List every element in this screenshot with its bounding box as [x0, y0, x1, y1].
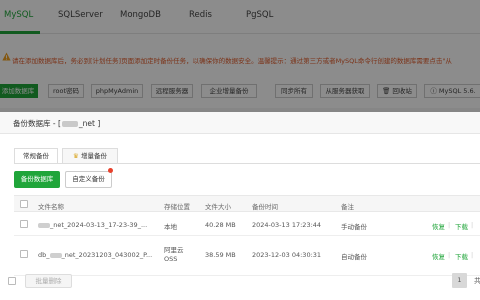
col-location: 存储位置	[164, 203, 190, 211]
redacted-text	[61, 121, 78, 127]
col-filename: 文件名称	[38, 203, 64, 211]
tab-incremental-backup[interactable]: ♛ 增量备份	[62, 148, 118, 164]
tab-incremental-backup-label: 增量备份	[80, 152, 107, 160]
dialog-title: 备份数据库 - [_net ]	[13, 119, 101, 128]
row-filename: db_ _net_20231203_043002_P...	[38, 251, 153, 259]
row-size: 40.28 MB	[205, 221, 236, 229]
col-note: 备注	[341, 203, 354, 211]
footer-select-all-checkbox[interactable]	[8, 277, 16, 285]
download-link[interactable]: 下载	[455, 221, 468, 231]
row-size: 38.59 MB	[205, 251, 236, 259]
row-location: 阿里云OSS	[164, 246, 184, 263]
row-time: 2023-12-03 04:30:31	[252, 251, 322, 259]
crown-icon: ♛	[73, 152, 79, 160]
page-total-label: 共	[474, 277, 480, 285]
batch-delete-button[interactable]: 批量删除	[25, 274, 72, 288]
download-link[interactable]: 下载	[455, 251, 468, 261]
restore-link[interactable]: 恢复	[432, 221, 445, 231]
select-all-checkbox[interactable]	[20, 200, 28, 208]
custom-backup-button[interactable]: 自定义备份	[65, 171, 112, 188]
row-location: 本地	[164, 223, 177, 231]
backup-database-button[interactable]: 备份数据库	[14, 171, 60, 188]
tab-regular-backup[interactable]: 常规备份	[14, 148, 58, 164]
row-checkbox[interactable]	[20, 220, 28, 228]
page-number[interactable]: 1	[452, 273, 467, 288]
backup-database-dialog: 备份数据库 - [_net ] 常规备份 ♛ 增量备份 备份数据库 自定义备份 …	[0, 112, 480, 300]
dialog-header: 备份数据库 - [_net ]	[0, 112, 480, 134]
restore-link[interactable]: 恢复	[432, 251, 445, 261]
row-note: 手动备份	[341, 223, 367, 231]
row-time: 2024-03-13 17:23:44	[252, 221, 322, 229]
col-size: 文件大小	[205, 203, 231, 211]
row-checkbox[interactable]	[20, 250, 28, 258]
row-note: 自动备份	[341, 253, 367, 261]
table-row: db_ _net_20231203_043002_P... 阿里云OSS 38.5…	[14, 236, 480, 276]
new-badge-dot	[108, 168, 113, 173]
row-filename: _net_2024-03-13_17-23-39_...	[38, 221, 147, 229]
table-header: 文件名称 存储位置 文件大小 备份时间 备注	[14, 195, 480, 212]
col-time: 备份时间	[252, 203, 278, 211]
tab-divider	[14, 163, 480, 164]
table-row: _net_2024-03-13_17-23-39_... 本地 40.28 MB…	[14, 212, 480, 236]
